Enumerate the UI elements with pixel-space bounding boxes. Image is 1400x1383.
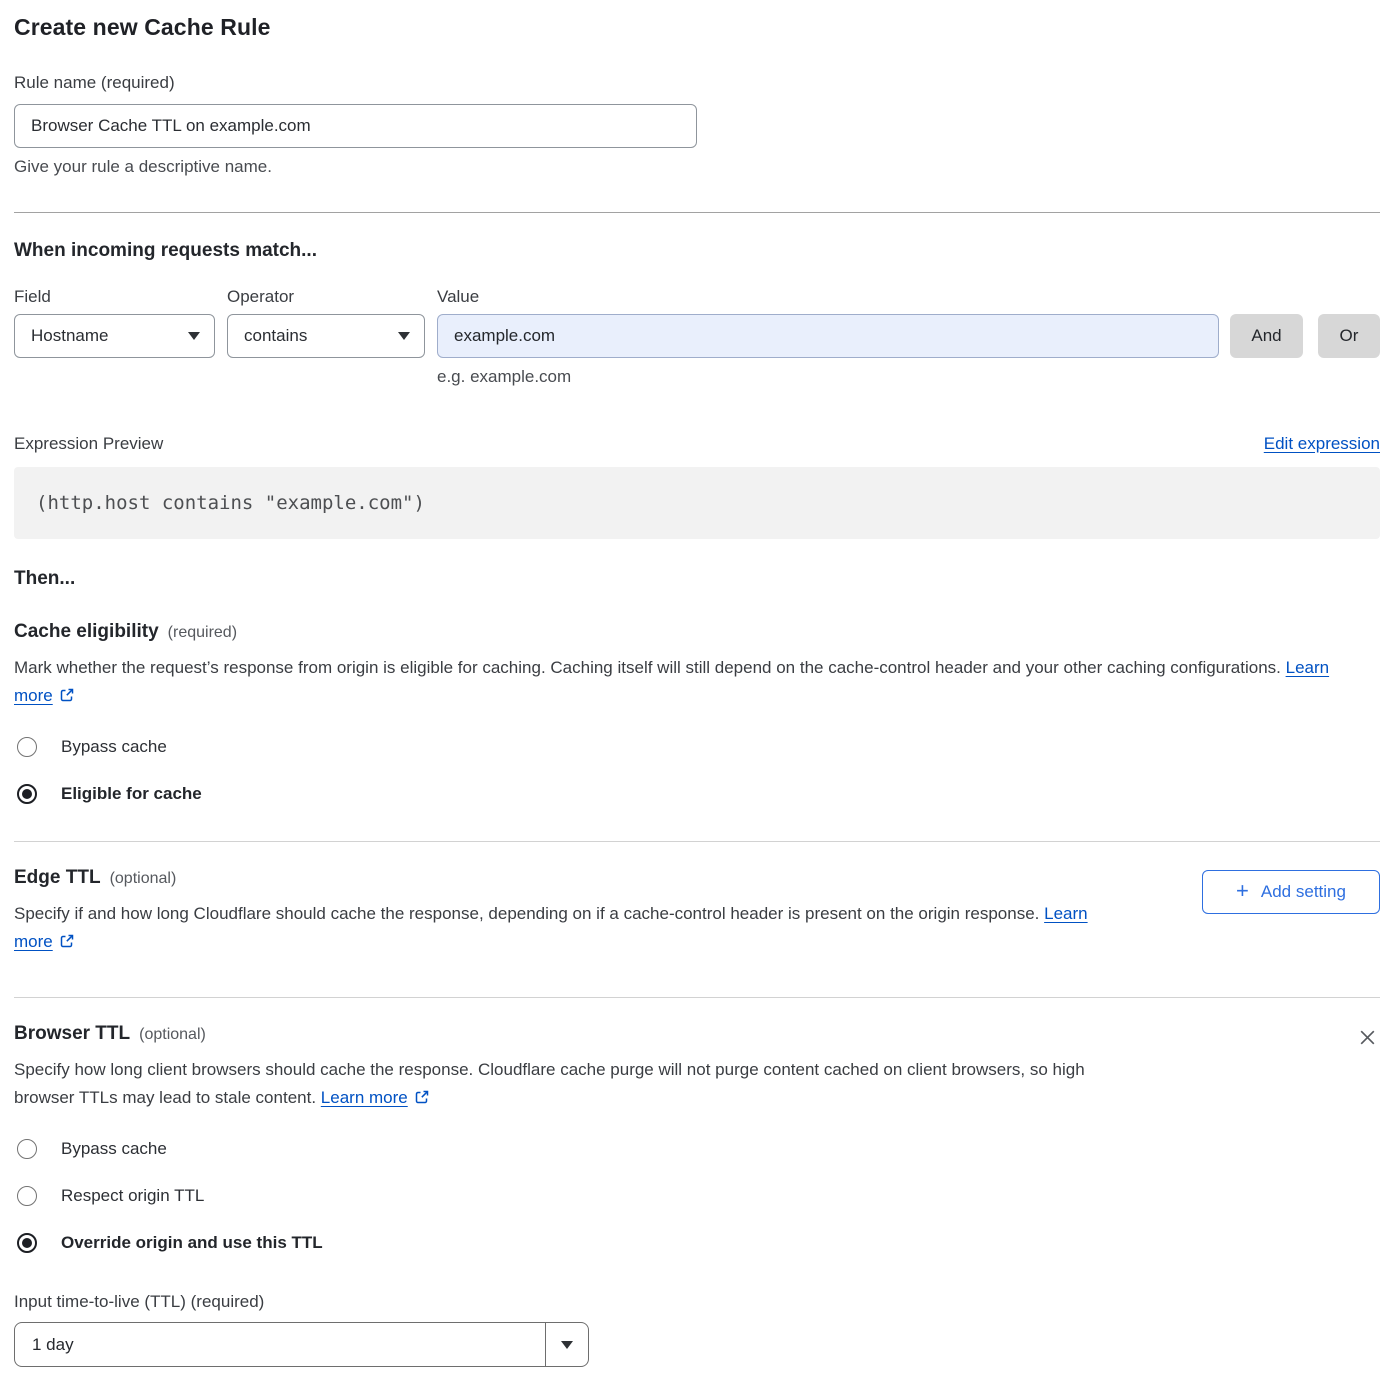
- edge-ttl-qualifier: (optional): [110, 870, 177, 888]
- browser-ttl-qualifier: (optional): [139, 1026, 206, 1044]
- cache-eligibility-title: Cache eligibility: [14, 621, 159, 643]
- radio-label: Bypass cache: [61, 737, 167, 757]
- rule-name-helper: Give your rule a descriptive name.: [14, 157, 1380, 177]
- and-button[interactable]: And: [1230, 314, 1303, 358]
- browser-ttl-description: Specify how long client browsers should …: [14, 1056, 1119, 1112]
- cache-eligibility-title-row: Cache eligibility (required): [14, 621, 1380, 643]
- close-icon: [1357, 1027, 1378, 1048]
- rule-name-label: Rule name (required): [14, 73, 1380, 93]
- radio-icon: [17, 784, 37, 804]
- rule-name-input[interactable]: [14, 104, 697, 148]
- radio-browser-bypass-cache[interactable]: Bypass cache: [14, 1139, 1380, 1159]
- cache-eligibility-description-text: Mark whether the request’s response from…: [14, 658, 1281, 677]
- radio-icon: [17, 1233, 37, 1253]
- browser-ttl-description-text: Specify how long client browsers should …: [14, 1060, 1085, 1107]
- add-setting-label: Add setting: [1261, 882, 1346, 902]
- ttl-select-value: 1 day: [15, 1323, 545, 1366]
- edge-ttl-description-text: Specify if and how long Cloudflare shoul…: [14, 904, 1039, 923]
- page-title: Create new Cache Rule: [14, 14, 1380, 41]
- radio-override-origin-ttl[interactable]: Override origin and use this TTL: [14, 1233, 1380, 1253]
- edge-ttl-title: Edge TTL: [14, 867, 101, 889]
- cache-eligibility-qualifier: (required): [168, 624, 237, 642]
- expression-preview-row: Expression Preview Edit expression: [14, 434, 1380, 454]
- expression-preview-label: Expression Preview: [14, 434, 163, 454]
- radio-respect-origin-ttl[interactable]: Respect origin TTL: [14, 1186, 1380, 1206]
- value-label: Value: [437, 287, 479, 307]
- or-button[interactable]: Or: [1318, 314, 1380, 358]
- radio-icon: [17, 1186, 37, 1206]
- operator-select-value: contains: [244, 326, 307, 346]
- then-heading: Then...: [14, 568, 1380, 590]
- browser-ttl-learn-more-link[interactable]: Learn more: [321, 1088, 408, 1107]
- radio-label: Respect origin TTL: [61, 1186, 204, 1206]
- edge-ttl-title-row: Edge TTL (optional): [14, 867, 1119, 889]
- cache-eligibility-description: Mark whether the request’s response from…: [14, 654, 1349, 710]
- ttl-select-arrow-segment[interactable]: [545, 1323, 588, 1366]
- edge-ttl-section: Edge TTL (optional) Specify if and how l…: [14, 867, 1380, 956]
- radio-label: Override origin and use this TTL: [61, 1233, 323, 1253]
- radio-eligible-for-cache[interactable]: Eligible for cache: [14, 784, 1380, 804]
- section-divider: [14, 212, 1380, 213]
- external-link-icon: [59, 933, 75, 949]
- operator-label: Operator: [227, 287, 437, 307]
- edge-ttl-description: Specify if and how long Cloudflare shoul…: [14, 900, 1119, 956]
- match-controls-row: Hostname contains And Or: [14, 314, 1380, 358]
- chevron-down-icon: [188, 332, 200, 340]
- expression-code-block: (http.host contains "example.com"): [14, 467, 1380, 539]
- radio-icon: [17, 1139, 37, 1159]
- radio-label: Bypass cache: [61, 1139, 167, 1159]
- section-divider: [14, 841, 1380, 842]
- remove-browser-ttl-button[interactable]: [1355, 1025, 1380, 1053]
- external-link-icon: [59, 687, 75, 703]
- field-label: Field: [14, 287, 227, 307]
- match-column-labels: Field Operator Value: [14, 287, 1380, 307]
- plus-icon: +: [1236, 880, 1249, 902]
- browser-ttl-section: Browser TTL (optional) Specify how long …: [14, 1023, 1380, 1112]
- cache-eligibility-section: Cache eligibility (required) Mark whethe…: [14, 621, 1380, 804]
- edit-expression-link[interactable]: Edit expression: [1264, 434, 1380, 454]
- value-helper: e.g. example.com: [437, 367, 1380, 387]
- browser-ttl-title: Browser TTL: [14, 1023, 130, 1045]
- field-select-value: Hostname: [31, 326, 108, 346]
- external-link-icon: [414, 1089, 430, 1105]
- ttl-input-label: Input time-to-live (TTL) (required): [14, 1292, 1380, 1312]
- create-cache-rule-form: Create new Cache Rule Rule name (require…: [0, 0, 1400, 1383]
- add-setting-button[interactable]: + Add setting: [1202, 870, 1380, 914]
- field-select[interactable]: Hostname: [14, 314, 215, 358]
- operator-select[interactable]: contains: [227, 314, 425, 358]
- browser-ttl-content: Browser TTL (optional) Specify how long …: [14, 1023, 1119, 1112]
- section-divider: [14, 997, 1380, 998]
- radio-icon: [17, 737, 37, 757]
- edge-ttl-content: Edge TTL (optional) Specify if and how l…: [14, 867, 1119, 956]
- browser-ttl-title-row: Browser TTL (optional): [14, 1023, 1119, 1045]
- radio-label: Eligible for cache: [61, 784, 202, 804]
- chevron-down-icon: [398, 332, 410, 340]
- match-heading: When incoming requests match...: [14, 240, 1380, 262]
- ttl-select[interactable]: 1 day: [14, 1322, 589, 1367]
- chevron-down-icon: [561, 1341, 573, 1349]
- radio-bypass-cache[interactable]: Bypass cache: [14, 737, 1380, 757]
- value-input[interactable]: [437, 314, 1219, 358]
